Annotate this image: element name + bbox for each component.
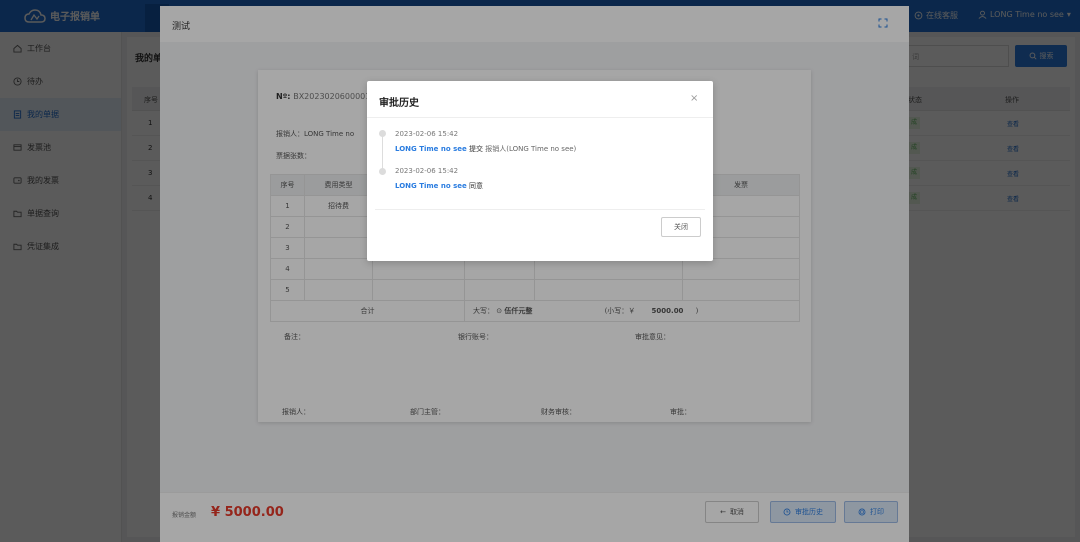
timeline-entry: LONG Time no see 同意 xyxy=(395,181,483,191)
divider xyxy=(367,117,713,118)
divider xyxy=(375,209,705,210)
timeline-entry: LONG Time no see 提交 报销人(LONG Time no see… xyxy=(395,144,576,154)
timeline-time: 2023-02-06 15:42 xyxy=(395,130,459,138)
timeline-user: LONG Time no see xyxy=(395,182,467,190)
timeline-time: 2023-02-06 15:42 xyxy=(395,167,459,175)
timeline-dot xyxy=(379,168,386,175)
close-button[interactable]: 关闭 xyxy=(661,217,701,237)
timeline-user: LONG Time no see xyxy=(395,145,467,153)
timeline-line xyxy=(382,133,383,169)
timeline-action: 提交 xyxy=(468,145,483,153)
modal-title: 审批历史 xyxy=(379,98,419,109)
approval-history-modal: 审批历史 × 2023-02-06 15:42 LONG Time no see… xyxy=(367,81,713,261)
timeline-dot xyxy=(379,130,386,137)
timeline-action: 同意 xyxy=(468,182,483,190)
timeline-detail: 报销人(LONG Time no see) xyxy=(485,145,577,153)
close-icon[interactable]: × xyxy=(690,93,698,104)
